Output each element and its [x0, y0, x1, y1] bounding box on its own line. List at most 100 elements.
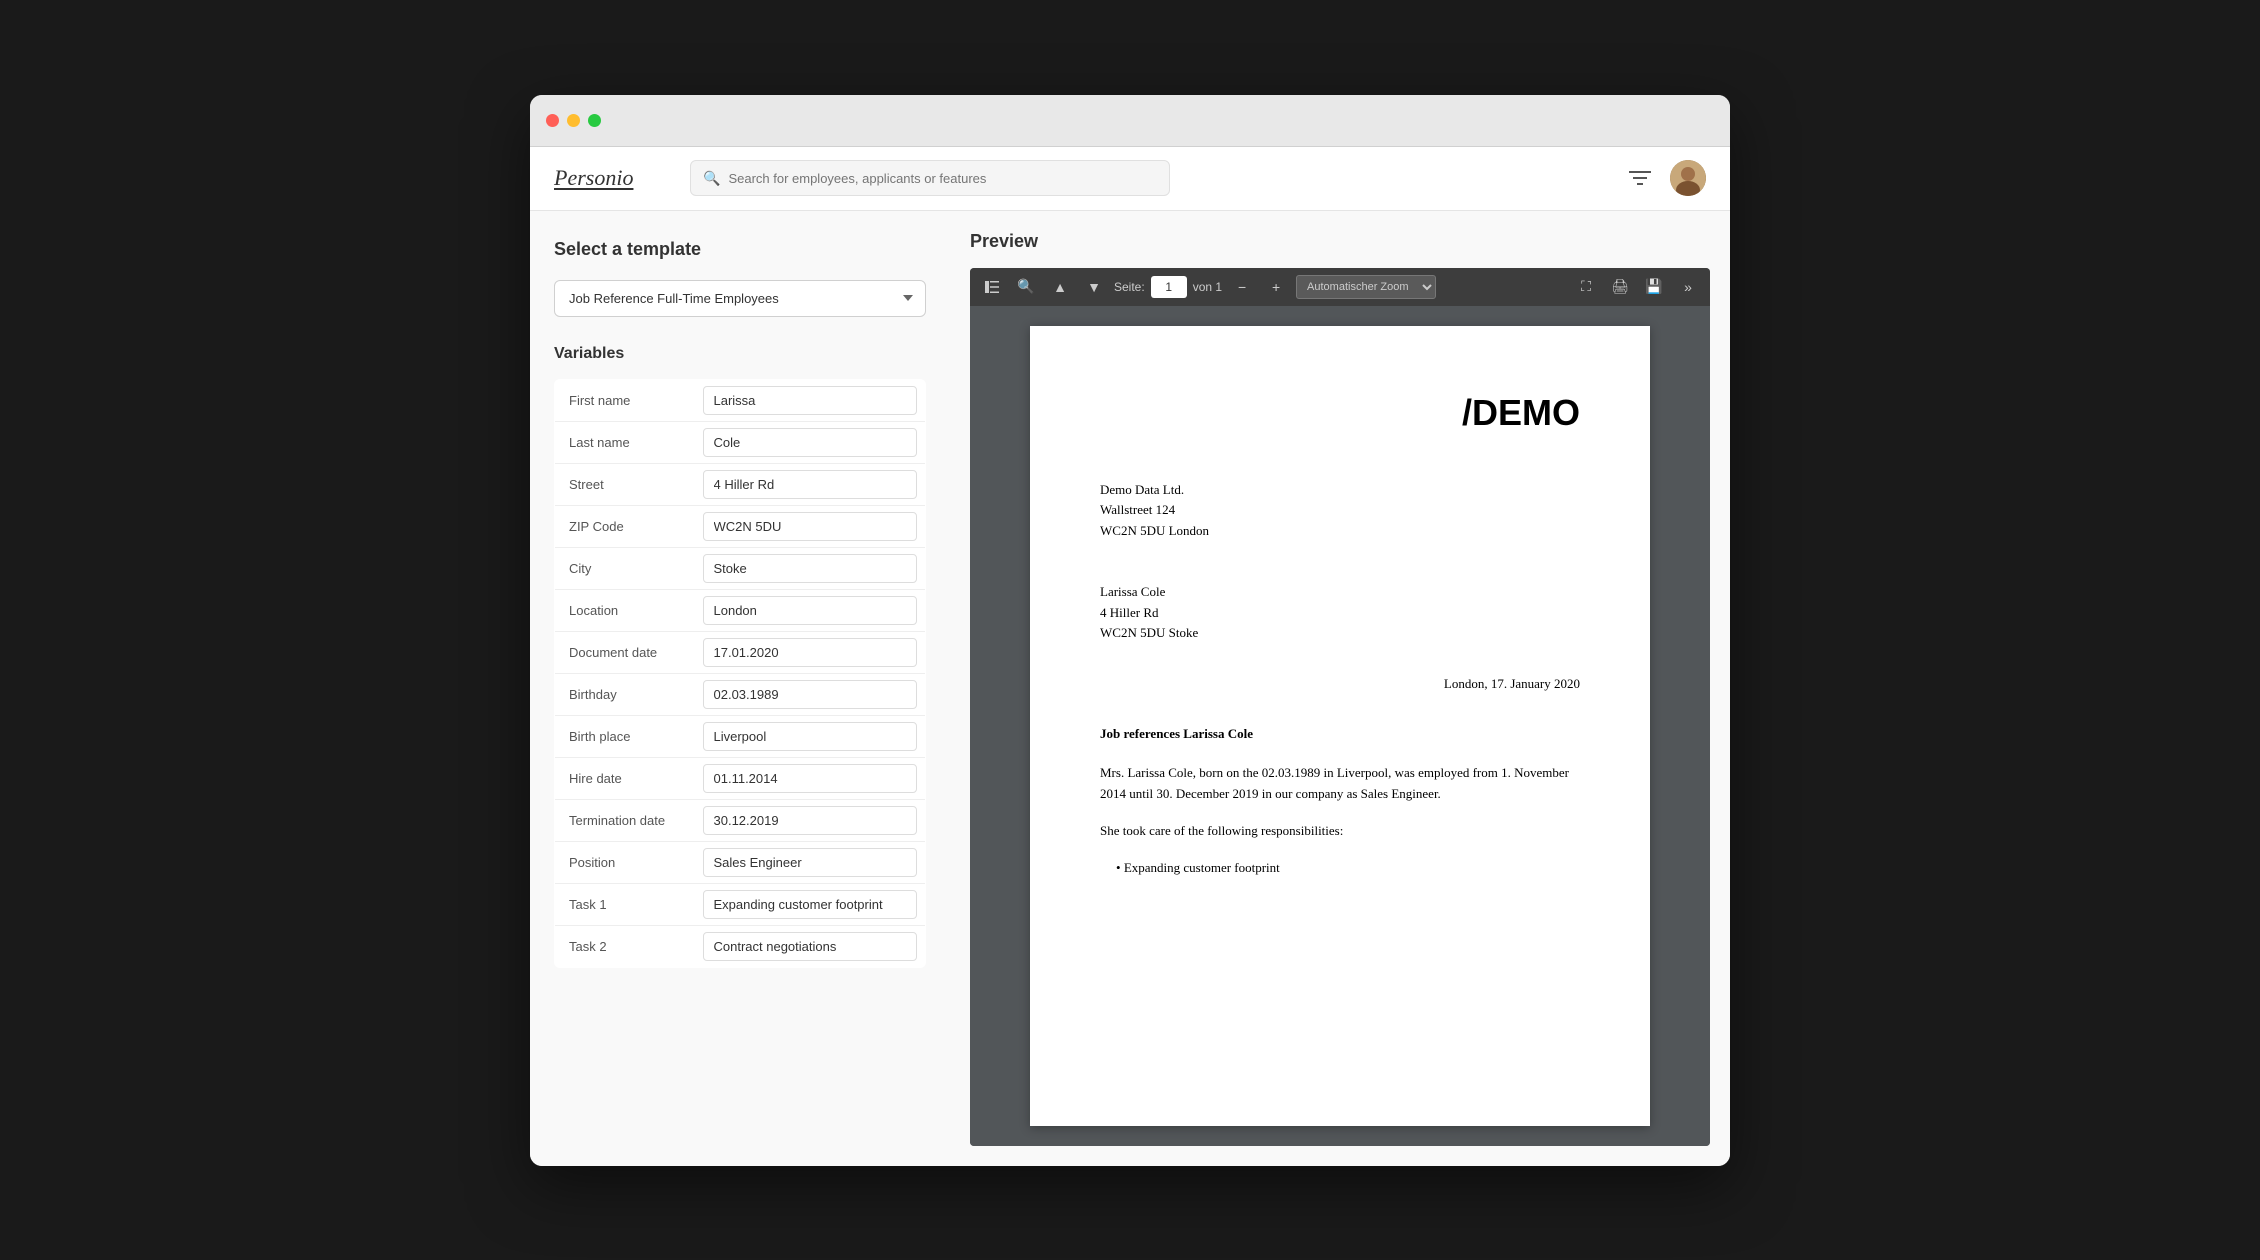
recipient-city: WC2N 5DU Stoke	[1100, 625, 1198, 640]
company-street: Wallstreet 124	[1100, 502, 1175, 517]
recipient-name: Larissa Cole	[1100, 584, 1165, 599]
var-value[interactable]	[695, 547, 926, 589]
window-controls	[546, 114, 601, 127]
var-label: First name	[555, 379, 695, 421]
recipient-street: 4 Hiller Rd	[1100, 605, 1159, 620]
pdf-content[interactable]: /DEMO Demo Data Ltd. Wallstreet 124 WC2N…	[970, 306, 1710, 1146]
var-input-0[interactable]	[703, 386, 918, 415]
var-label: Birth place	[555, 715, 695, 757]
var-input-2[interactable]	[703, 470, 918, 499]
var-input-13[interactable]	[703, 932, 918, 961]
template-select[interactable]: Job Reference Full-Time Employees	[554, 280, 926, 317]
scroll-down-button[interactable]: ▼	[1080, 273, 1108, 301]
var-value[interactable]	[695, 463, 926, 505]
zoom-select[interactable]: Automatischer Zoom	[1296, 275, 1436, 299]
var-value[interactable]	[695, 757, 926, 799]
variables-table: First name Last name Street ZIP Code Cit…	[554, 379, 926, 968]
company-name: Demo Data Ltd.	[1100, 482, 1184, 497]
download-button[interactable]: 💾	[1640, 273, 1668, 301]
var-label: Location	[555, 589, 695, 631]
pdf-responsibilities-intro: She took care of the following responsib…	[1100, 821, 1580, 842]
var-value[interactable]	[695, 379, 926, 421]
var-label: Task 2	[555, 925, 695, 967]
search-bar[interactable]: 🔍	[690, 160, 1170, 196]
variable-row: Task 2	[555, 925, 926, 967]
var-value[interactable]	[695, 715, 926, 757]
var-label: Hire date	[555, 757, 695, 799]
zoom-out-button[interactable]: −	[1228, 273, 1256, 301]
select-template-title: Select a template	[554, 239, 926, 260]
pdf-page: /DEMO Demo Data Ltd. Wallstreet 124 WC2N…	[1030, 326, 1650, 1126]
variable-row: Last name	[555, 421, 926, 463]
variable-row: City	[555, 547, 926, 589]
scroll-up-button[interactable]: ▲	[1046, 273, 1074, 301]
search-input[interactable]	[728, 171, 1157, 186]
more-options-button[interactable]: »	[1674, 273, 1702, 301]
variable-row: Location	[555, 589, 926, 631]
var-input-8[interactable]	[703, 722, 918, 751]
var-value[interactable]	[695, 799, 926, 841]
var-input-4[interactable]	[703, 554, 918, 583]
avatar[interactable]	[1670, 160, 1706, 196]
page-label: Seite:	[1114, 280, 1145, 294]
sidebar-toggle-button[interactable]	[978, 273, 1006, 301]
company-city: WC2N 5DU London	[1100, 523, 1209, 538]
pdf-task1-preview: • Expanding customer footprint	[1100, 858, 1580, 879]
var-input-6[interactable]	[703, 638, 918, 667]
variable-row: Position	[555, 841, 926, 883]
avatar-image	[1670, 160, 1706, 196]
variable-row: Document date	[555, 631, 926, 673]
var-label: Document date	[555, 631, 695, 673]
var-input-5[interactable]	[703, 596, 918, 625]
close-button[interactable]	[546, 114, 559, 127]
print-button[interactable]: 🖨	[1606, 273, 1634, 301]
var-input-9[interactable]	[703, 764, 918, 793]
var-value[interactable]	[695, 673, 926, 715]
variable-row: Task 1	[555, 883, 926, 925]
var-input-3[interactable]	[703, 512, 918, 541]
main-content: Select a template Job Reference Full-Tim…	[530, 211, 1730, 1166]
page-of: von 1	[1193, 280, 1222, 294]
var-input-10[interactable]	[703, 806, 918, 835]
var-label: Termination date	[555, 799, 695, 841]
app-header: Personio 🔍	[530, 147, 1730, 211]
search-icon: 🔍	[703, 170, 720, 187]
page-number-input[interactable]	[1151, 276, 1187, 298]
var-input-1[interactable]	[703, 428, 918, 457]
var-value[interactable]	[695, 631, 926, 673]
pdf-company-logo: /DEMO	[1100, 386, 1580, 440]
var-value[interactable]	[695, 841, 926, 883]
mac-window: Personio 🔍	[530, 95, 1730, 1166]
var-label: Street	[555, 463, 695, 505]
variable-row: Termination date	[555, 799, 926, 841]
var-value[interactable]	[695, 505, 926, 547]
variable-row: Birth place	[555, 715, 926, 757]
pdf-recipient-address: Larissa Cole 4 Hiller Rd WC2N 5DU Stoke	[1100, 582, 1580, 644]
header-actions	[1626, 160, 1706, 196]
zoom-in-button[interactable]: +	[1262, 273, 1290, 301]
var-value[interactable]	[695, 883, 926, 925]
var-label: Task 1	[555, 883, 695, 925]
fullscreen-button[interactable]: ⛶	[1572, 273, 1600, 301]
var-label: City	[555, 547, 695, 589]
pdf-date: London, 17. January 2020	[1100, 674, 1580, 694]
variable-row: Street	[555, 463, 926, 505]
logo-area: Personio	[554, 165, 674, 191]
search-pdf-button[interactable]: 🔍	[1012, 273, 1040, 301]
var-value[interactable]	[695, 421, 926, 463]
minimize-button[interactable]	[567, 114, 580, 127]
filter-icon[interactable]	[1626, 164, 1654, 192]
preview-title: Preview	[970, 231, 1710, 252]
maximize-button[interactable]	[588, 114, 601, 127]
var-input-11[interactable]	[703, 848, 918, 877]
var-value[interactable]	[695, 925, 926, 967]
variable-row: Hire date	[555, 757, 926, 799]
var-input-12[interactable]	[703, 890, 918, 919]
var-label: Last name	[555, 421, 695, 463]
pdf-toolbar: 🔍 ▲ ▼ Seite: von 1 − + Automatischer Zoo…	[970, 268, 1710, 306]
var-value[interactable]	[695, 589, 926, 631]
variable-row: ZIP Code	[555, 505, 926, 547]
pdf-body-paragraph: Mrs. Larissa Cole, born on the 02.03.198…	[1100, 763, 1580, 805]
variable-row: Birthday	[555, 673, 926, 715]
var-input-7[interactable]	[703, 680, 918, 709]
